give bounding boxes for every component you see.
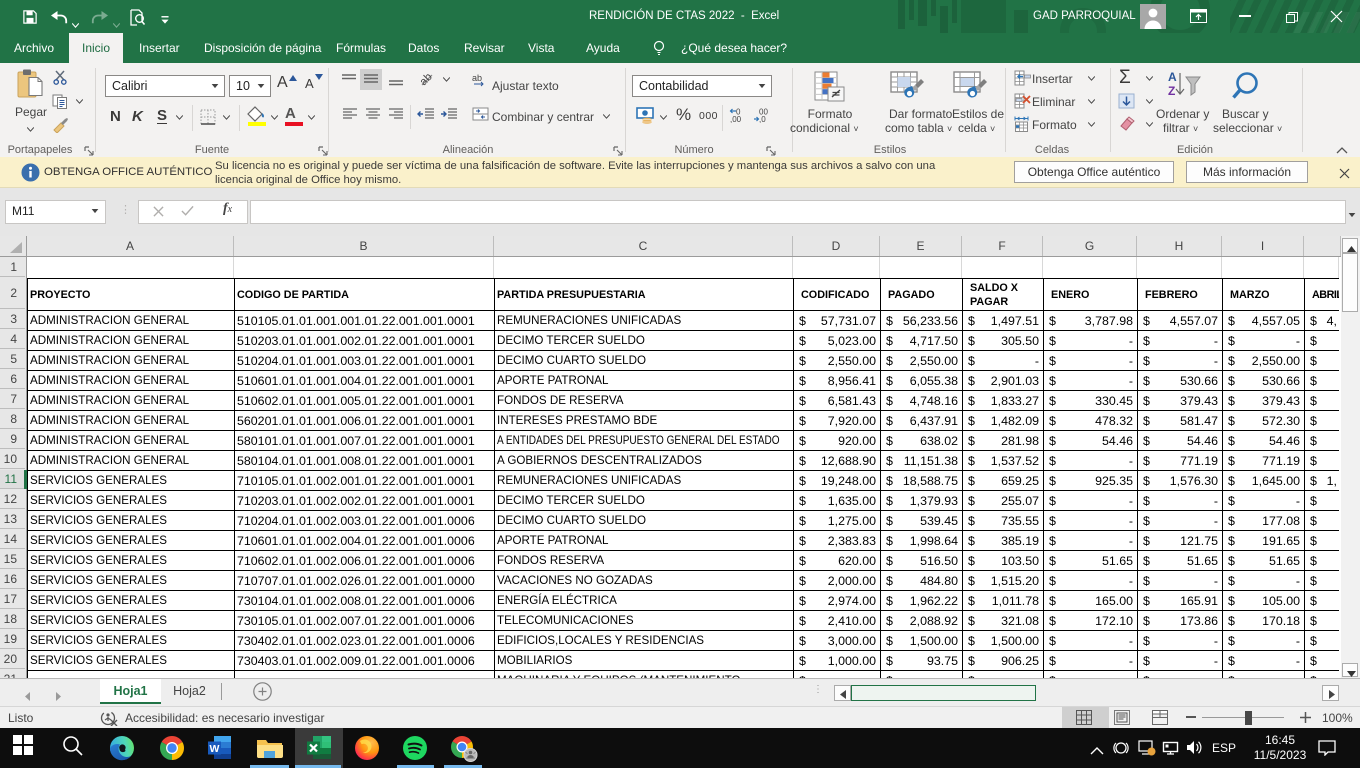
svg-text:ab: ab — [420, 71, 435, 88]
svg-text:,0: ,0 — [759, 115, 766, 123]
svg-text:ab: ab — [472, 73, 482, 83]
svg-text:,00: ,00 — [730, 115, 742, 123]
svg-text:Z: Z — [1168, 84, 1175, 98]
svg-text:W: W — [210, 743, 220, 755]
svg-text:A: A — [1168, 70, 1177, 84]
